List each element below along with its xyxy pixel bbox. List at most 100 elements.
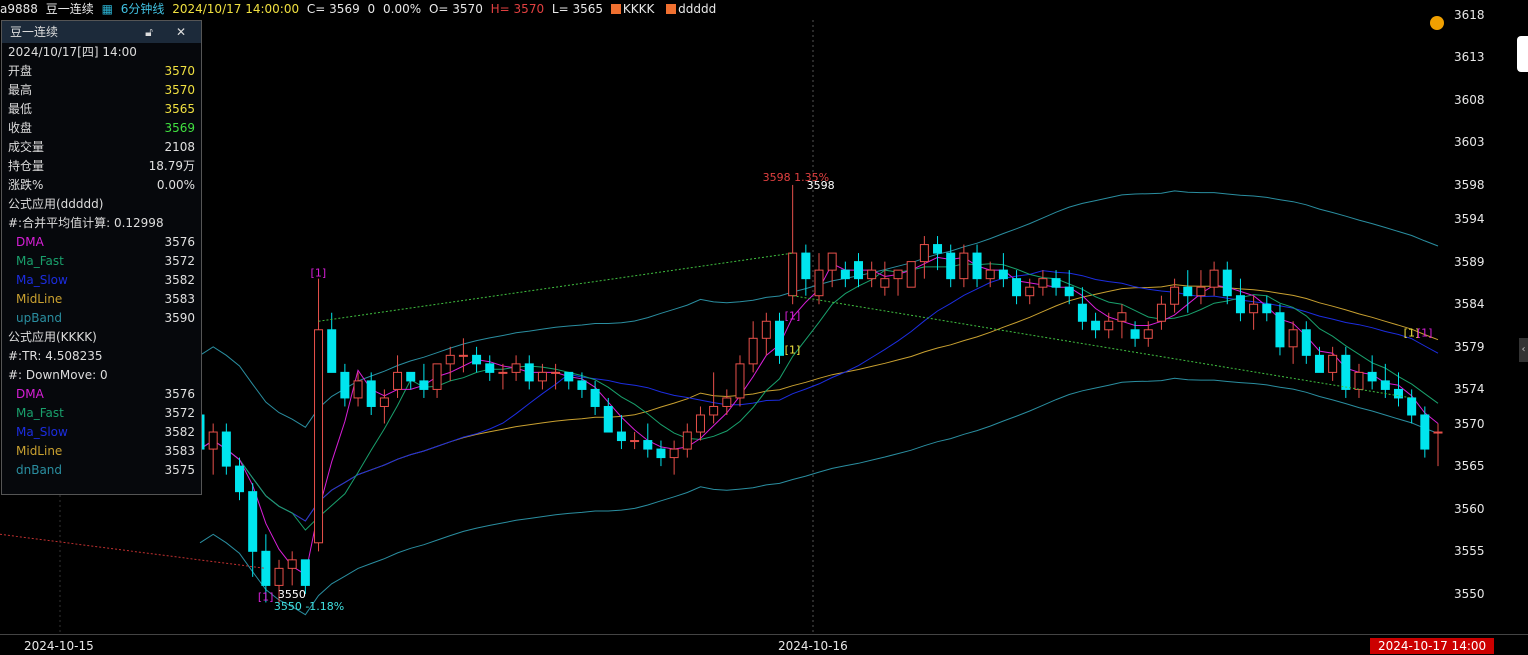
candle-body [643,440,653,450]
row-label: upBand [16,311,63,325]
candle-body [788,252,798,297]
candle-body [221,431,231,467]
formula2-title: 公式应用(KKKK) [8,330,97,344]
signal-link [318,252,793,322]
row-label: DMA [16,387,44,401]
row-label: 涨跌% [8,178,44,192]
signal-marker: [1] [258,590,274,603]
candle-body [458,354,468,357]
candle-body [1235,295,1245,314]
candle-body [854,261,864,280]
candle-body [590,388,600,407]
panel-row: MidLine 3583 [2,290,201,309]
row-label: 持仓量 [8,159,45,173]
candle-body [682,431,692,450]
candle-body [1091,320,1101,331]
data-window-panel[interactable]: 豆一连续 🔓︎ ✕ 2024/10/17[四] 14:00 开盘 3570 最高 35… [1,20,202,495]
panel-row: DMA 3576 [2,385,201,404]
price-tick: 3618 [1454,7,1485,22]
price-chart[interactable]: 3598 1.35%359835503550 -1.18%[1][1][1][1… [0,0,1448,634]
panel-header[interactable]: 豆一连续 🔓︎ ✕ [2,21,201,43]
candle-body [1407,397,1417,416]
signal-marker: [1] [785,309,801,322]
row-value: 3583 [164,292,195,306]
row-value: 3583 [164,444,195,458]
close-icon[interactable]: ✕ [170,21,192,43]
candle-body [287,559,297,569]
price-tick: 3565 [1454,459,1485,474]
row-value: 3570 [164,83,195,97]
candle-body [1038,278,1048,288]
row-value: 3582 [164,273,195,287]
formula2-title-row: 公式应用(KKKK) [2,328,201,347]
price-tick: 3560 [1454,501,1485,516]
candle-body [722,397,732,407]
signal-link [0,533,266,569]
candle-body [472,354,482,365]
candle-body [353,380,363,399]
candle-body [933,244,943,254]
row-value: 3575 [164,463,195,477]
candle-body [551,371,561,374]
candle-body [432,363,442,390]
row-label: MidLine [16,292,63,306]
candle-body [1367,371,1377,382]
panel-row: upBand 3590 [2,309,201,328]
candle-body [735,363,745,399]
panel-row: Ma_Fast 3572 [2,252,201,271]
panel-row: 持仓量 18.79万 [2,157,201,176]
time-label: 2024-10-16 [778,639,848,653]
candle-body [1301,329,1311,356]
candle-body [300,559,310,586]
price-tick: 3570 [1454,416,1485,431]
collapse-arrow-icon[interactable]: ‹ [1519,338,1528,362]
row-label: 最高 [8,83,33,97]
candle-body [1249,303,1259,314]
price-tick: 3550 [1454,586,1485,601]
candle-body [235,465,245,493]
panel-row: Ma_Fast 3572 [2,404,201,423]
candle-body [1275,312,1285,348]
panel-row: Ma_Slow 3582 [2,271,201,290]
candle-body [880,278,890,288]
candle-body [537,371,547,382]
candle-body [867,269,877,280]
candle-body [709,405,719,416]
panel-row: 开盘 3570 [2,62,201,81]
candle-body [1433,431,1443,434]
row-value: 3582 [164,425,195,439]
candle-body [774,320,784,356]
row-label: 收盘 [8,121,33,135]
current-time-badge: 2024-10-17 14:00 [1370,638,1495,654]
candle-body [379,397,389,407]
candle-body [893,269,903,280]
row-value: 3570 [164,64,195,78]
candle-body [327,329,337,373]
time-label: 2024-10-15 [24,639,94,653]
row-value: 2108 [164,140,195,154]
candle-body [1051,278,1061,288]
panel-row: DMA 3576 [2,233,201,252]
panel-date: 2024/10/17[四] 14:00 [8,45,137,59]
smiley-icon[interactable] [1430,16,1444,30]
dnband-line [199,377,1439,616]
candle-body [393,371,403,390]
candle-body [1222,269,1232,297]
candle-body [1064,286,1074,297]
candle-body [1130,329,1140,339]
side-tab[interactable] [1517,36,1528,72]
candle-body [630,440,640,443]
candle-body [616,431,626,442]
panel-row: 最低 3565 [2,100,201,119]
price-axis: 3618 3613 3608 3603 3598 3594 3589 3584 3579 3574… [1448,0,1528,654]
candle-body [1117,312,1127,322]
candle-body [524,363,534,382]
formula1-calc: #:合并平均值计算: 0.12998 [8,216,164,230]
candle-body [366,380,376,407]
candle-body [511,363,521,373]
formula2-tr: #:TR: 4.508235 [8,349,103,363]
row-value: 3572 [164,406,195,420]
lock-icon[interactable]: 🔓︎ [138,21,160,43]
row-value: 0.00% [156,178,195,192]
high-value-label: 3598 [807,179,835,192]
